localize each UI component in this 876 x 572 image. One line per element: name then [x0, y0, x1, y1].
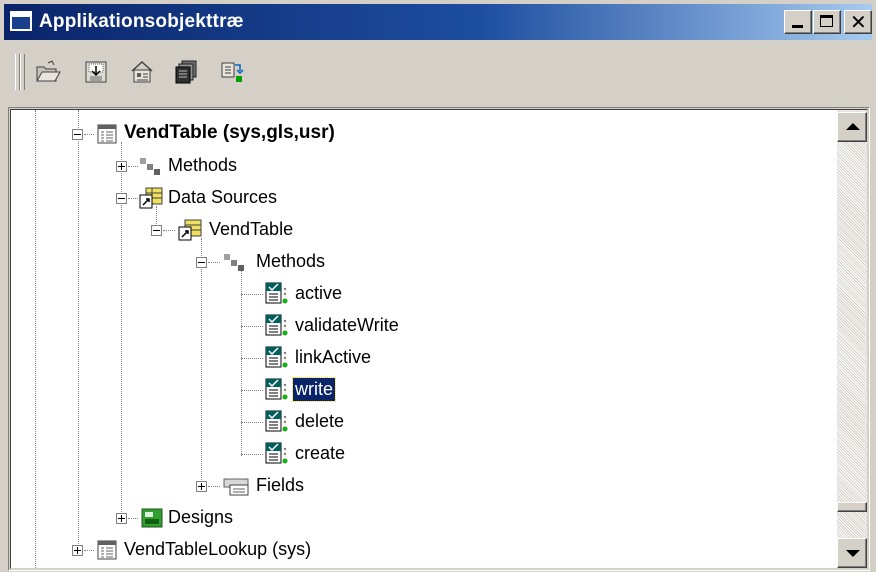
- tree-line: [35, 110, 36, 568]
- datasources-icon: [139, 187, 163, 209]
- form-icon: [97, 124, 117, 144]
- method-icon: [265, 346, 288, 368]
- collapse-icon[interactable]: [72, 129, 83, 140]
- scroll-down-button[interactable]: [837, 538, 867, 568]
- tree-view-area: VendTable (sys,gls,usr) Methods Data Sou…: [10, 109, 868, 569]
- fields-icon: [223, 478, 249, 496]
- minimize-button[interactable]: [784, 10, 812, 34]
- close-button[interactable]: ✕: [844, 10, 872, 34]
- scroll-up-button[interactable]: [837, 112, 867, 142]
- tree-node-label: VendTable (sys,gls,usr): [124, 122, 335, 143]
- minimize-icon: [792, 25, 803, 28]
- title-bar[interactable]: Applikationsobjekttræ ✕: [4, 4, 872, 40]
- designs-icon: [141, 508, 163, 528]
- method-icon: [265, 442, 288, 464]
- toolbar: [4, 43, 872, 103]
- arrow-down-icon: [846, 550, 860, 557]
- window-icon: [10, 11, 32, 31]
- datasource-icon: [178, 219, 202, 241]
- expand-icon[interactable]: [116, 513, 127, 524]
- method-icon: [265, 410, 288, 432]
- properties-button[interactable]: [128, 59, 156, 85]
- tree-node-label: VendTable: [209, 219, 294, 239]
- tree-node-label: linkActive: [295, 347, 372, 367]
- properties-icon: [131, 60, 153, 83]
- tree-line: [241, 270, 242, 456]
- maximize-button[interactable]: [813, 10, 841, 34]
- method-icon: [265, 282, 288, 304]
- open-button[interactable]: [34, 59, 62, 85]
- scroll-thumb[interactable]: [837, 502, 867, 512]
- collapse-icon[interactable]: [151, 225, 162, 236]
- tree-node-label: Fields: [256, 475, 305, 495]
- tree-line: [201, 238, 202, 488]
- tree-node-label: create: [295, 443, 346, 463]
- save-button[interactable]: [82, 59, 110, 85]
- toolbar-grip-2[interactable]: [20, 54, 25, 90]
- duplicate-icon: [175, 60, 197, 84]
- tree-line: [78, 110, 79, 552]
- tree-node-label: delete: [295, 411, 345, 431]
- method-icon: [265, 314, 288, 336]
- expand-icon[interactable]: [196, 481, 207, 492]
- tree-node-label: VendTableLookup (sys): [124, 539, 312, 559]
- tree-node-label: active: [295, 283, 343, 303]
- methods-icon: [140, 158, 160, 175]
- tree-node-label-selected: write: [291, 377, 337, 402]
- collapse-icon[interactable]: [196, 257, 207, 268]
- compile-button[interactable]: [218, 59, 246, 85]
- collapse-icon[interactable]: [116, 193, 127, 204]
- open-icon: [36, 60, 61, 82]
- close-icon: ✕: [850, 10, 867, 34]
- expand-icon[interactable]: [116, 161, 127, 172]
- tree-node-label: Methods: [256, 251, 326, 271]
- vertical-scrollbar[interactable]: [837, 110, 867, 568]
- application-window: Applikationsobjekttræ ✕ VendTable (sys,g…: [0, 0, 876, 572]
- form-icon: [97, 540, 117, 560]
- tree-node-label: Designs: [168, 507, 234, 527]
- save-icon: [85, 61, 107, 83]
- tree-node-label: Data Sources: [168, 187, 278, 207]
- compile-icon: [221, 62, 244, 82]
- window-title: Applikationsobjekttræ: [39, 11, 244, 32]
- expand-icon[interactable]: [72, 545, 83, 556]
- methods-icon: [224, 254, 244, 271]
- arrow-up-icon: [846, 123, 860, 130]
- tree-node-label: validateWrite: [295, 315, 399, 335]
- maximize-icon: [820, 15, 833, 27]
- tree-pane: VendTable (sys,gls,usr) Methods Data Sou…: [8, 107, 870, 571]
- duplicate-button[interactable]: [172, 59, 200, 85]
- method-icon: [265, 378, 288, 400]
- application-object-tree[interactable]: VendTable (sys,gls,usr) Methods Data Sou…: [11, 110, 839, 568]
- tree-node-label: Methods: [168, 155, 238, 175]
